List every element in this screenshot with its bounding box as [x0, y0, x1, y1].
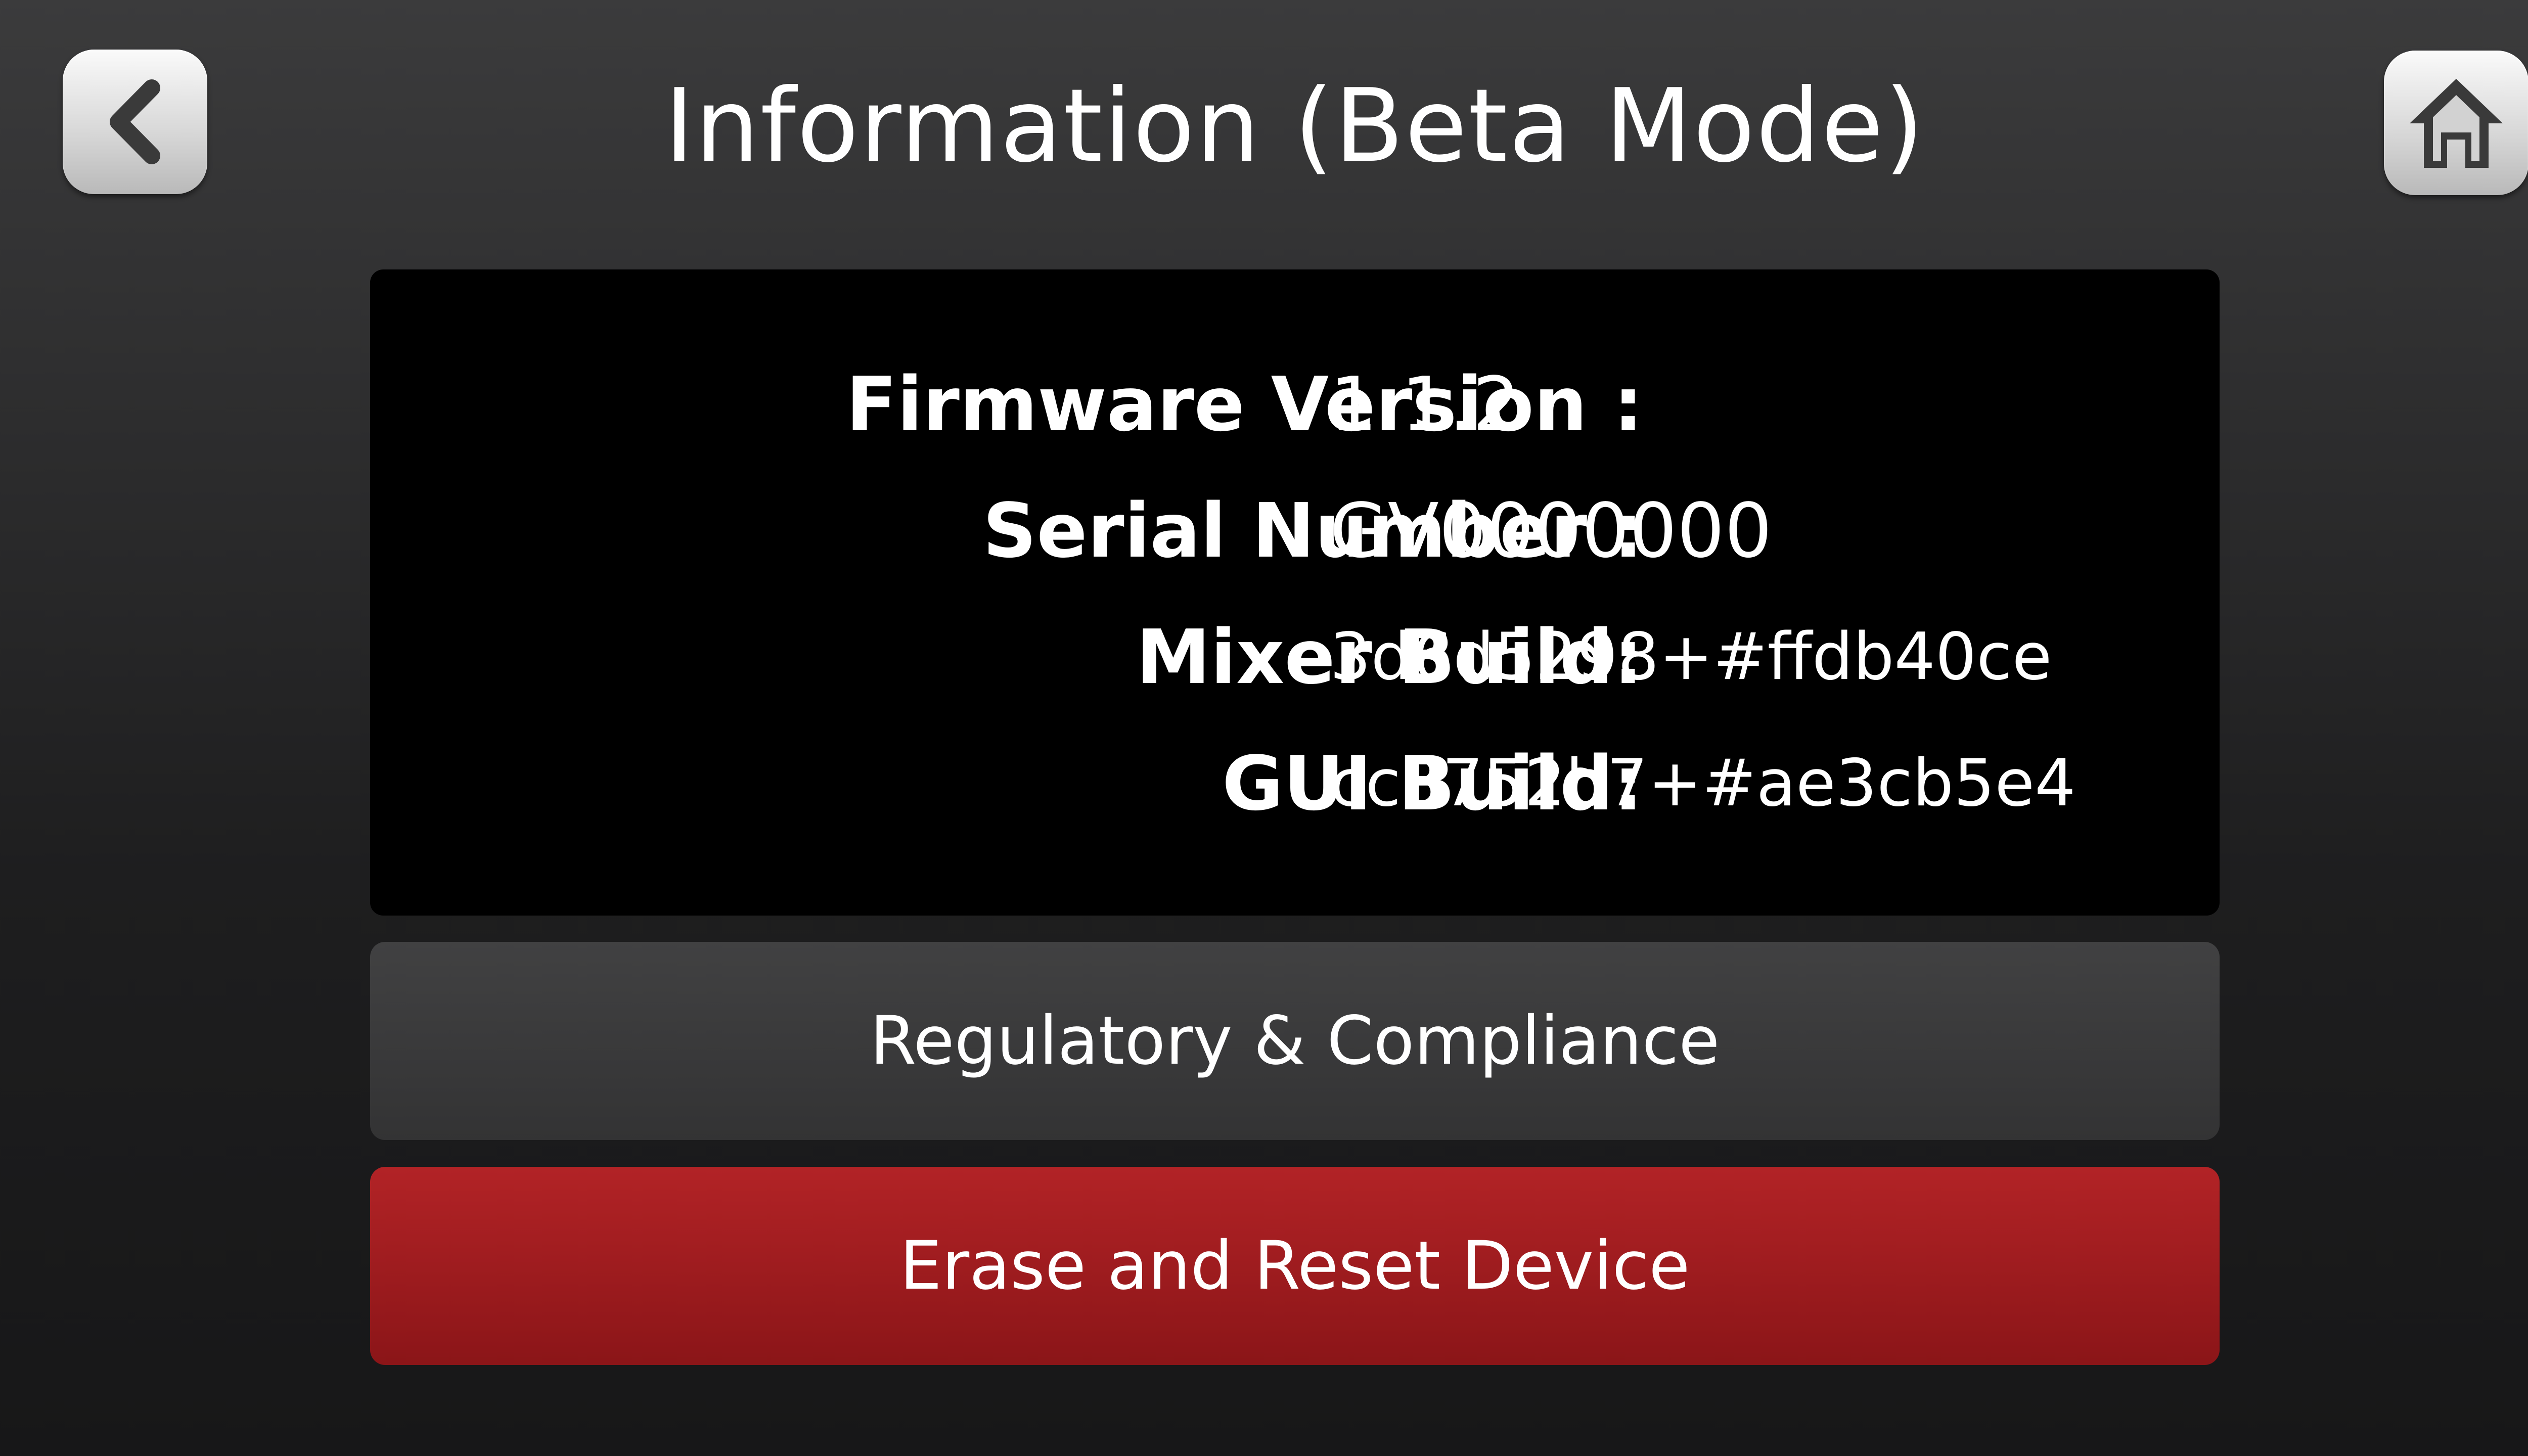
gui-build-row: GUI Build: cc3752b7+#ae3cb5e4 [370, 733, 2220, 834]
serial-number-row: Serial Number : GV0000000 [370, 480, 2220, 581]
home-icon [2410, 79, 2503, 168]
firmware-version-value: 1.1.2 [1330, 361, 1520, 448]
mixer-build-value: 3d6d5298+#ffdb40ce [1330, 619, 2052, 695]
page-title: Information (Beta Mode) [664, 67, 1925, 185]
mixer-build-row: Mixer Build: 3d6d5298+#ffdb40ce [370, 607, 2220, 708]
regulatory-compliance-button[interactable]: Regulatory & Compliance [370, 942, 2220, 1140]
erase-reset-device-button[interactable]: Erase and Reset Device [370, 1167, 2220, 1365]
firmware-version-label: Firmware Version : [846, 361, 1643, 448]
firmware-version-row: Firmware Version : 1.1.2 [370, 354, 2220, 455]
home-button[interactable] [2384, 51, 2528, 195]
gui-build-value: cc3752b7+#ae3cb5e4 [1330, 746, 2076, 821]
serial-number-value: GV0000000 [1330, 487, 1773, 574]
